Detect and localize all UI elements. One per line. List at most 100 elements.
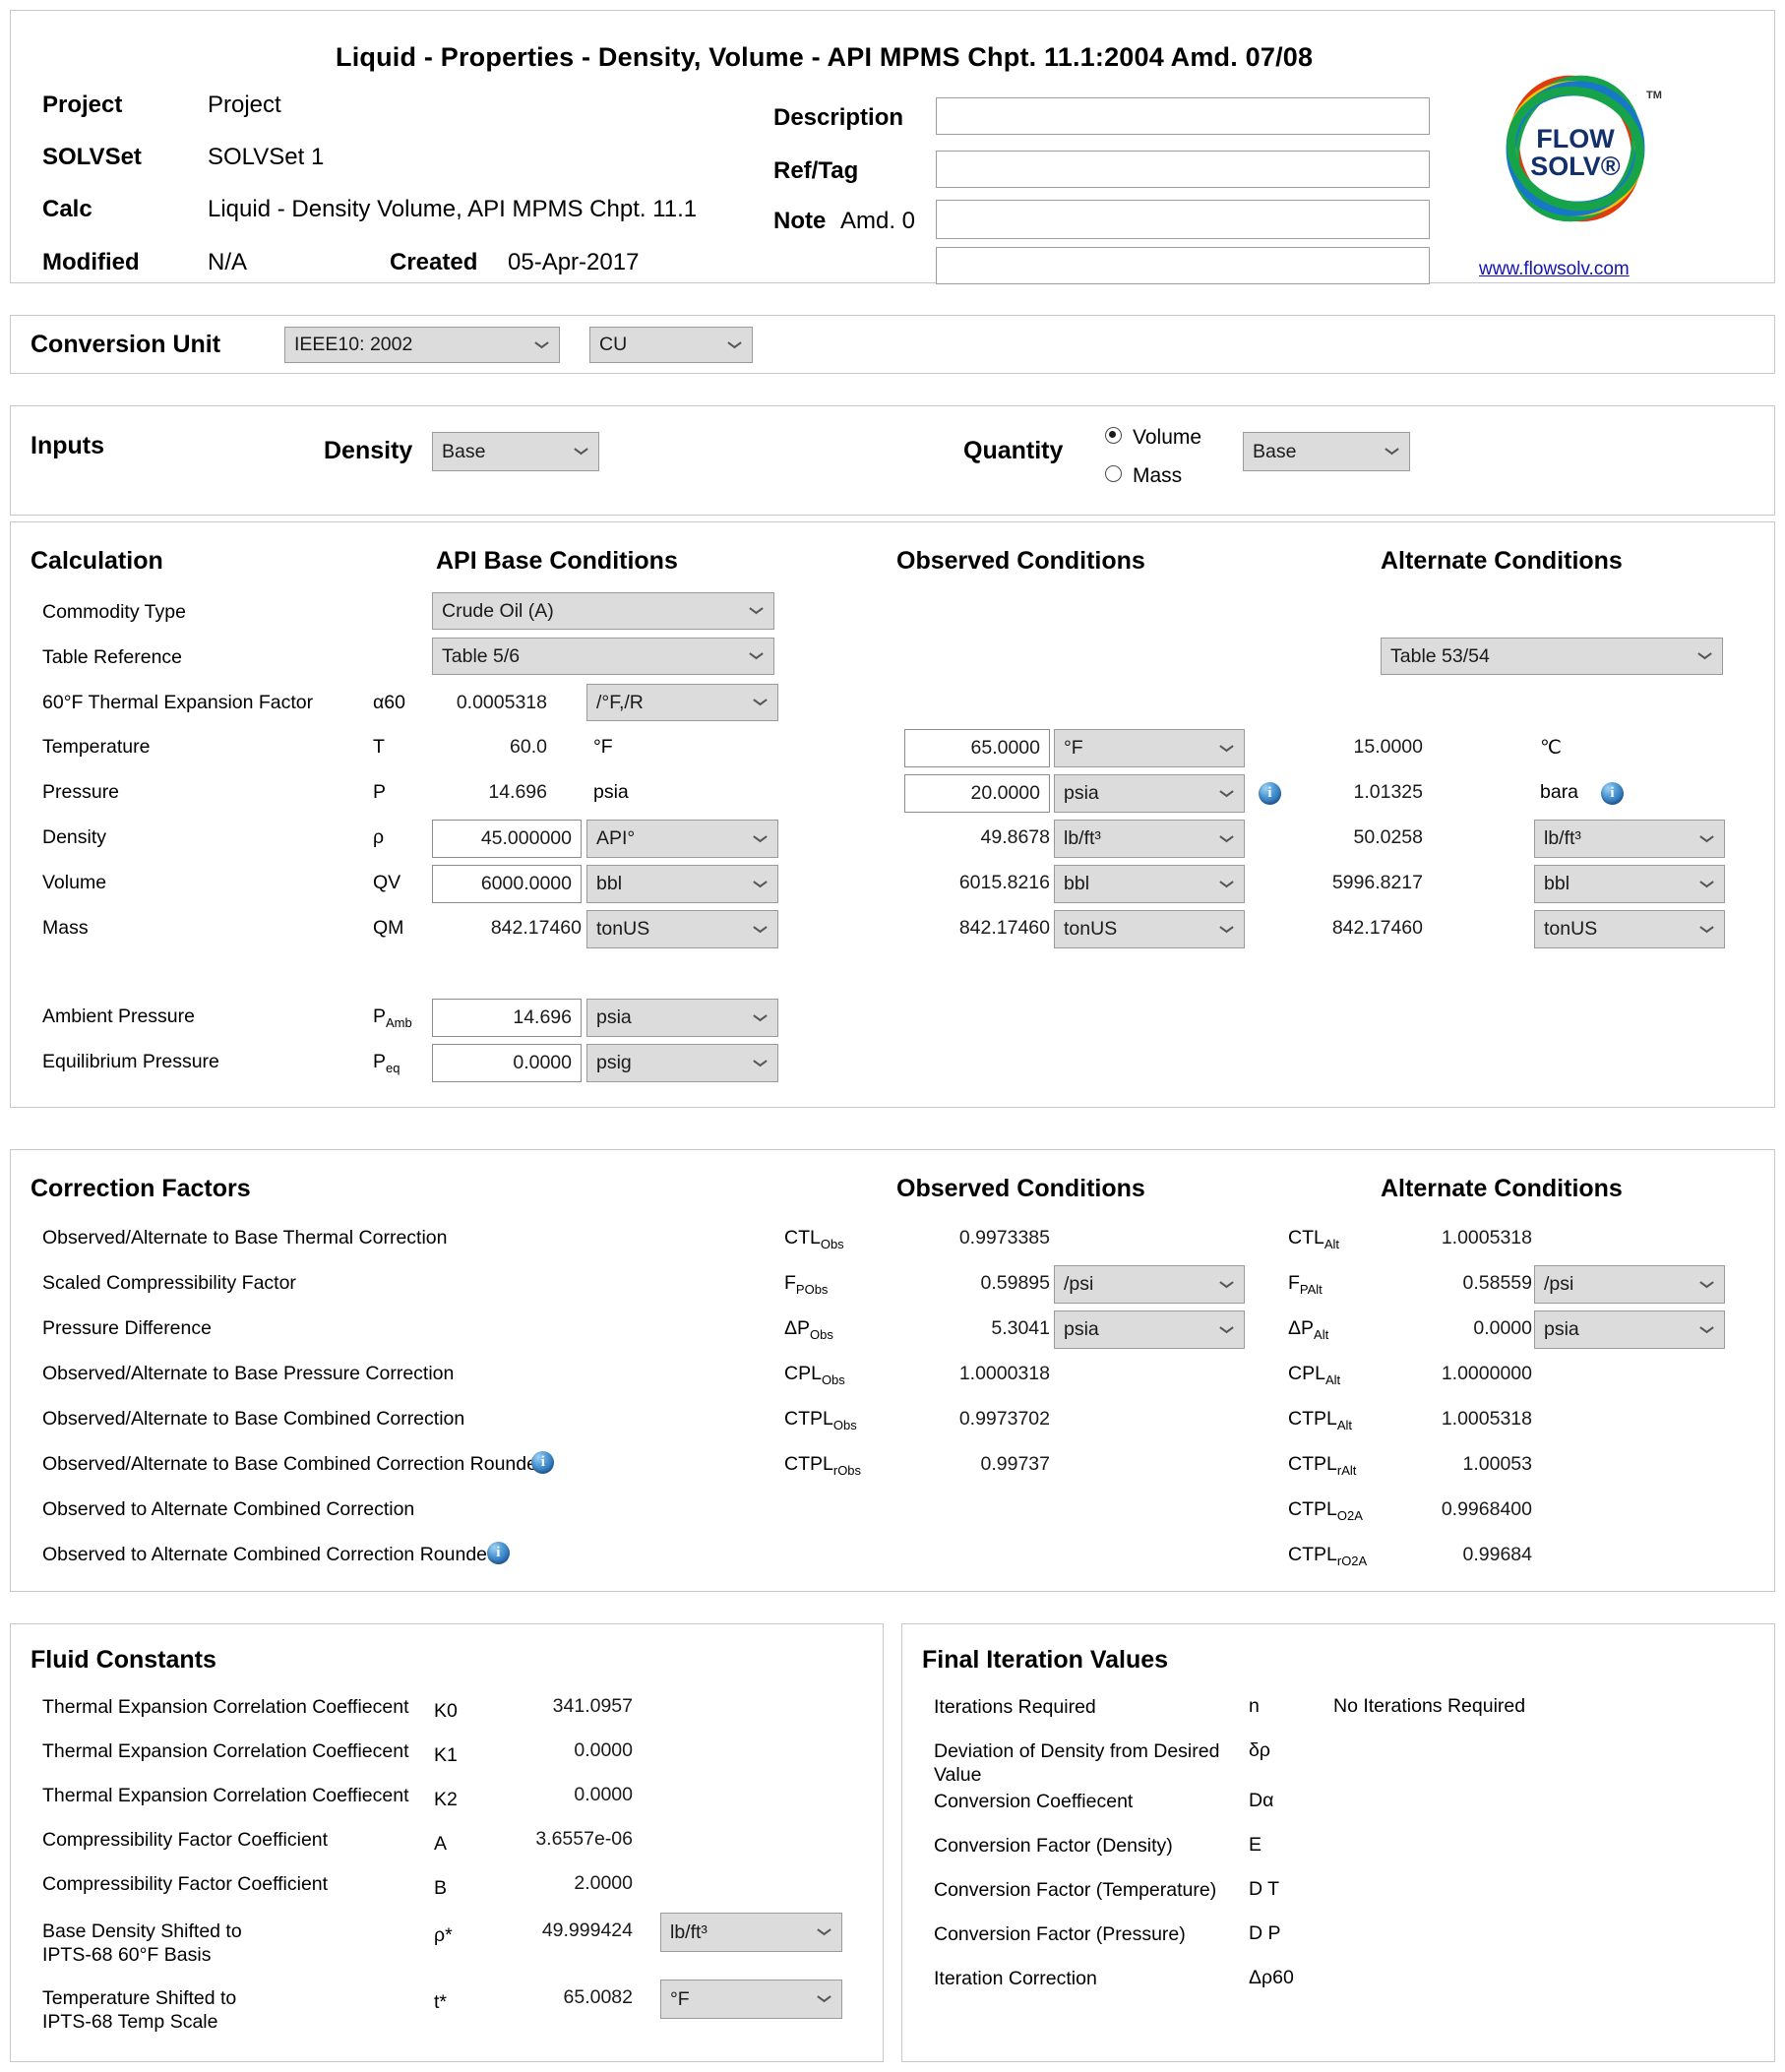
- fi-row-symbol: D T: [1249, 1878, 1280, 1900]
- quantity-mass-radio[interactable]: [1105, 465, 1122, 482]
- fi-row-symbol: δρ: [1249, 1739, 1270, 1761]
- cf-obs-unit-value: psia: [1064, 1318, 1099, 1340]
- quantity-volume-radio[interactable]: [1105, 427, 1122, 444]
- volume-alternate-unit-select[interactable]: bbl: [1534, 865, 1725, 903]
- density-base-input[interactable]: 45.000000: [432, 820, 582, 858]
- alpha60-label: 60°F Thermal Expansion Factor: [42, 692, 314, 713]
- cf-alt-unit-select[interactable]: /psi: [1534, 1265, 1725, 1304]
- density-base-value: 45.000000: [480, 827, 572, 849]
- cf-obs-unit-select[interactable]: psia: [1054, 1310, 1245, 1349]
- cf-alt-value: 1.0005318: [1441, 1227, 1532, 1249]
- header-panel: Liquid - Properties - Density, Volume - …: [10, 10, 1775, 284]
- equilibrium-pressure-unit-select[interactable]: psig: [586, 1044, 778, 1082]
- temperature-observed-value: 65.0000: [970, 737, 1041, 759]
- fc-row-unit-value: lb/ft³: [670, 1920, 708, 1943]
- mass-alternate-value: 842.17460: [1331, 917, 1423, 939]
- reftag-input[interactable]: [936, 151, 1430, 188]
- chevron-down-icon: [750, 607, 763, 614]
- svg-text:SOLV®: SOLV®: [1530, 152, 1621, 181]
- quantity-basis-select[interactable]: Base: [1243, 432, 1410, 471]
- pressure-observed-info-icon[interactable]: [1259, 782, 1281, 805]
- density-base-unit-select[interactable]: API°: [586, 820, 778, 858]
- fi-row-label: Conversion Factor (Temperature): [934, 1879, 1217, 1901]
- table-reference-alt-select[interactable]: Table 53/54: [1381, 638, 1723, 675]
- mass-row-symbol: QM: [373, 917, 404, 939]
- conversion-standard-select[interactable]: IEEE10: 2002: [284, 327, 560, 363]
- description-input[interactable]: [936, 97, 1430, 135]
- chevron-down-icon: [535, 341, 548, 348]
- fi-row-symbol: n: [1249, 1695, 1260, 1717]
- cf-alt-symbol: CTPLO2A: [1288, 1498, 1363, 1523]
- alpha60-unit-select[interactable]: /°F,/R: [586, 684, 778, 721]
- volume-observed-unit-select[interactable]: bbl: [1054, 865, 1245, 903]
- pressure-observed-input[interactable]: 20.0000: [904, 774, 1050, 813]
- alpha60-unit-value: /°F,/R: [596, 691, 644, 713]
- chevron-down-icon: [1220, 926, 1233, 933]
- temperature-observed-unit-select[interactable]: °F: [1054, 729, 1245, 767]
- fc-row-value: 49.999424: [541, 1920, 633, 1941]
- volume-row-symbol: QV: [373, 872, 401, 893]
- fc-row-unit-select[interactable]: lb/ft³: [660, 1913, 842, 1952]
- fc-row-unit-select[interactable]: °F: [660, 1980, 842, 2019]
- equilibrium-pressure-label: Equilibrium Pressure: [42, 1051, 219, 1072]
- cf-obs-value: 0.9973702: [958, 1408, 1050, 1430]
- mass-alternate-unit-select[interactable]: tonUS: [1534, 910, 1725, 948]
- cf-row-label: Observed/Alternate to Base Pressure Corr…: [42, 1363, 455, 1384]
- correction-factors-panel: Correction Factors Observed Conditions A…: [10, 1149, 1775, 1592]
- note-input[interactable]: [936, 200, 1430, 239]
- ambient-pressure-unit: psia: [596, 1006, 632, 1028]
- cf-alt-symbol: FPAlt: [1288, 1272, 1323, 1297]
- project-label: Project: [42, 91, 123, 118]
- cf-alt-value: 1.0005318: [1441, 1408, 1532, 1430]
- alpha60-base-value: 0.0005318: [456, 692, 547, 713]
- extra-note-input[interactable]: [936, 247, 1430, 284]
- volume-base-input[interactable]: 6000.0000: [432, 865, 582, 903]
- cf-alt-unit-value: psia: [1544, 1318, 1579, 1340]
- pressure-alternate-info-icon[interactable]: [1601, 782, 1624, 805]
- cf-obs-unit-select[interactable]: /psi: [1054, 1265, 1245, 1304]
- volume-alternate-value: 5996.8217: [1331, 872, 1423, 893]
- cf-obs-symbol: CTPLrObs: [784, 1453, 862, 1478]
- conversion-system-select[interactable]: CU: [589, 327, 753, 363]
- density-alternate-unit-select[interactable]: lb/ft³: [1534, 820, 1725, 858]
- flowsolv-url-link[interactable]: www.flowsolv.com: [1479, 259, 1630, 280]
- volume-base-unit-select[interactable]: bbl: [586, 865, 778, 903]
- temperature-observed-input[interactable]: 65.0000: [904, 729, 1050, 767]
- cf-alt-value: 0.0000: [1473, 1317, 1532, 1339]
- density-select[interactable]: Base: [432, 432, 599, 471]
- cf-row-label: Observed/Alternate to Base Thermal Corre…: [42, 1227, 448, 1249]
- table-reference-base-select[interactable]: Table 5/6: [432, 638, 774, 675]
- temperature-symbol: T: [373, 736, 385, 758]
- cf-row-info-icon[interactable]: [531, 1451, 555, 1474]
- commodity-type-select[interactable]: Crude Oil (A): [432, 592, 774, 630]
- chevron-down-icon: [1700, 1281, 1713, 1288]
- equilibrium-pressure-input[interactable]: 0.0000: [432, 1044, 582, 1082]
- cf-alt-symbol: CPLAlt: [1288, 1363, 1341, 1387]
- equilibrium-pressure-value: 0.0000: [513, 1052, 572, 1073]
- col-alternate-header: Alternate Conditions: [1381, 547, 1623, 575]
- ambient-pressure-input[interactable]: 14.696: [432, 999, 582, 1037]
- volume-row-label: Volume: [42, 872, 107, 893]
- created-value: 05-Apr-2017: [508, 249, 640, 275]
- pressure-observed-value: 20.0000: [970, 782, 1041, 804]
- fi-row-symbol: E: [1249, 1834, 1262, 1856]
- note-value: Amd. 0: [840, 208, 916, 234]
- density-observed-unit-select[interactable]: lb/ft³: [1054, 820, 1245, 858]
- cf-alt-unit-select[interactable]: psia: [1534, 1310, 1725, 1349]
- pressure-symbol: P: [373, 781, 387, 803]
- cf-alt-symbol: CTLAlt: [1288, 1227, 1340, 1251]
- fi-row-value: No Iterations Required: [1333, 1695, 1526, 1717]
- cf-row-info-icon[interactable]: [486, 1542, 510, 1564]
- fi-row-label: Iterations Required: [934, 1696, 1096, 1718]
- fc-row-label: Thermal Expansion Correlation Coeffiecen…: [42, 1696, 409, 1718]
- alpha60-symbol: α60: [373, 692, 405, 713]
- mass-base-unit-select[interactable]: tonUS: [586, 910, 778, 948]
- pressure-observed-unit-select[interactable]: psia: [1054, 774, 1245, 813]
- mass-observed-unit-select[interactable]: tonUS: [1054, 910, 1245, 948]
- created-label: Created: [390, 249, 478, 275]
- quantity-basis-value: Base: [1253, 440, 1297, 462]
- cf-obs-symbol: FPObs: [784, 1272, 829, 1297]
- correction-factors-title: Correction Factors: [31, 1175, 251, 1202]
- pressure-label: Pressure: [42, 781, 120, 803]
- ambient-pressure-unit-select[interactable]: psia: [586, 999, 778, 1037]
